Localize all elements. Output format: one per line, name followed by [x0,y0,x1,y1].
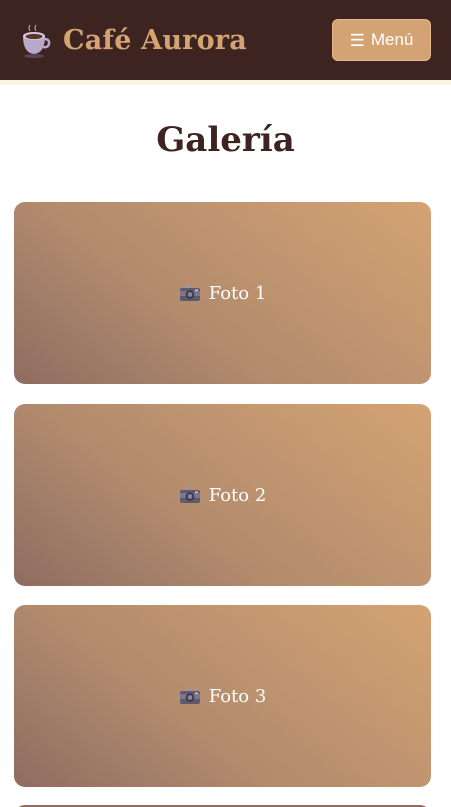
gallery-card-label: Foto 3 [208,685,267,707]
gallery-card-2[interactable]: Foto 2 [14,404,431,586]
gallery-card-3[interactable]: Foto 3 [14,605,431,787]
page-title: Galería [156,120,295,160]
camera-icon [179,285,200,301]
hamburger-icon: ☰ [349,30,365,50]
gallery-card-caption: Foto 1 [179,282,267,304]
coffee-cup-icon [23,24,51,58]
gallery-card-1[interactable]: Foto 1 [14,202,431,384]
site-header: Café Aurora ☰ Menú [0,0,451,85]
menu-button-label: Menú [370,30,414,49]
brand-name: Café Aurora [63,24,247,56]
gallery-card-label: Foto 2 [208,484,267,506]
camera-icon [179,688,200,704]
gallery-card-label: Foto 1 [208,282,267,304]
camera-icon [179,487,200,503]
menu-button[interactable]: ☰ Menú [332,19,431,61]
gallery-card-caption: Foto 2 [179,484,267,506]
gallery-card-caption: Foto 3 [179,685,267,707]
brand[interactable]: Café Aurora [19,22,247,58]
